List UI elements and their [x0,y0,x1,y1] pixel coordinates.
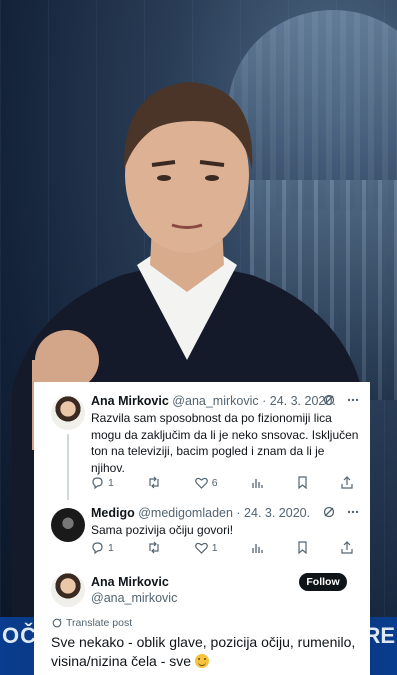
tweet-actions: 1 6 [91,476,353,489]
share-button[interactable] [341,476,353,489]
tweet-actions: 1 1 [91,541,353,554]
tweet-top-icons [323,394,359,406]
thread-line [67,434,69,500]
tweet-text: Sama pozivija očiju govori! [91,523,234,537]
like-button[interactable]: 6 [194,476,218,489]
views-icon [252,543,263,553]
bookmark-button[interactable] [297,476,308,489]
bookmark-icon [297,476,307,489]
reply-count: 1 [108,541,114,554]
retweet-button[interactable] [147,541,161,554]
translate-icon [52,618,62,628]
views-button[interactable] [251,476,263,489]
tweet-thread-card: Ana Mirkovic @ana_mirkovic · 24. 3. 2020… [34,382,370,675]
retweet-icon [149,476,159,489]
author-name[interactable]: Ana Mirkovic [91,394,169,408]
like-count: 6 [211,476,218,489]
translate-post-label: Translate post [66,617,133,629]
author-name[interactable]: Ana Mirkovic [91,575,177,589]
reply-icon [92,477,103,489]
main-tweet-header: Ana Mirkovic @ana_mirkovic [91,575,177,605]
reply-count: 1 [108,476,114,489]
author-handle[interactable]: @ana_mirkovic [172,394,258,408]
retweet-button[interactable] [147,476,161,489]
like-icon [194,477,208,489]
views-icon [252,478,263,488]
more-icon[interactable] [347,506,359,518]
like-icon [194,542,208,554]
reply-icon [92,542,103,554]
share-icon [341,476,353,489]
avatar-ana[interactable] [51,396,85,430]
tweet-top-icons [323,506,359,518]
translate-post-link[interactable]: Translate post [52,617,132,629]
tweet-header: Medigo @medigomladen · 24. 3. 2020. [91,506,310,520]
avatar-medigo[interactable] [51,508,85,542]
avatar-ana-main[interactable] [51,573,85,607]
bookmark-button[interactable] [297,541,308,554]
grok-icon[interactable] [323,506,335,518]
author-handle[interactable]: @ana_mirkovic [91,591,177,605]
main-tweet-text: Sve nekako - oblik glave, pozicija očiju… [51,633,363,671]
more-icon[interactable] [347,394,359,406]
reply-button[interactable]: 1 [91,476,114,489]
tweet-date[interactable]: · 24. 3. 2020. [236,506,310,520]
share-button[interactable] [341,541,353,554]
retweet-icon [149,541,159,554]
author-handle[interactable]: @medigomladen [138,506,233,520]
grin-emoji [194,654,209,668]
reply-button[interactable]: 1 [91,541,114,554]
like-button[interactable]: 1 [194,541,218,554]
grok-icon[interactable] [323,394,335,406]
follow-button[interactable]: Follow [299,573,347,591]
like-count: 1 [211,541,218,554]
views-button[interactable] [251,541,263,554]
tweet-header: Ana Mirkovic @ana_mirkovic · 24. 3. 2020… [91,394,336,408]
tweet-text: Razvila sam sposobnost da po fizionomiji… [91,411,359,475]
share-icon [341,541,353,554]
bookmark-icon [297,541,307,554]
author-name[interactable]: Medigo [91,506,135,520]
